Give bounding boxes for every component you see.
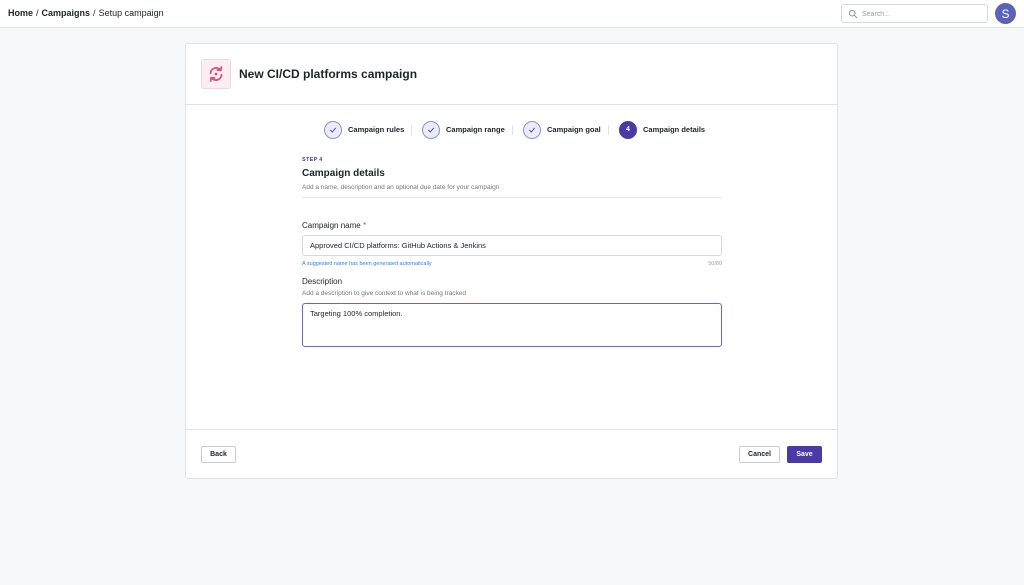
campaign-name-label: Campaign name * — [302, 221, 366, 230]
back-button[interactable]: Back — [201, 446, 236, 463]
refresh-cycle-icon — [209, 66, 223, 82]
step-label: Campaign rules — [348, 125, 405, 134]
setup-campaign-card: New CI/CD platforms campaign Campaign ru… — [185, 43, 838, 479]
save-button[interactable]: Save — [787, 446, 822, 463]
breadcrumb-separator: / — [36, 8, 39, 18]
search-input[interactable] — [862, 7, 982, 21]
search-icon — [848, 9, 858, 19]
description-textarea[interactable]: Targeting 100% completion. — [302, 303, 722, 347]
step-label: Campaign details — [643, 125, 706, 134]
step-label: Campaign range — [446, 125, 505, 134]
section-divider — [302, 197, 722, 198]
step-number-indicator: 4 — [619, 120, 637, 139]
campaign-details-form: STEP 4 Campaign details Add a name, desc… — [302, 157, 722, 347]
breadcrumb: Home / Campaigns / Setup campaign — [8, 8, 164, 18]
step-divider — [608, 125, 609, 135]
search-box — [841, 4, 988, 23]
step-complete-indicator — [523, 120, 541, 139]
card-footer: Back Cancel Save — [186, 429, 837, 479]
breadcrumb-separator: / — [93, 8, 96, 18]
step-campaign-goal[interactable]: Campaign goal — [523, 120, 601, 139]
step-divider — [512, 125, 513, 135]
step-tag: STEP 4 — [302, 157, 323, 163]
step-campaign-details[interactable]: 4 Campaign details — [619, 120, 705, 139]
check-icon — [529, 127, 535, 132]
step-campaign-range[interactable]: Campaign range — [422, 120, 505, 139]
section-title: Campaign details — [302, 168, 385, 179]
check-icon — [330, 127, 336, 132]
step-divider — [411, 125, 412, 135]
step-campaign-rules[interactable]: Campaign rules — [324, 120, 404, 139]
progress-stepper: Campaign rules Campaign range Campaign g… — [324, 120, 724, 140]
cancel-button[interactable]: Cancel — [739, 446, 780, 463]
campaign-name-input[interactable] — [302, 235, 722, 256]
suggested-name-hint: A suggested name has been generated auto… — [302, 261, 432, 267]
campaign-name-label-text: Campaign name — [302, 221, 361, 230]
section-subtitle: Add a name, description and an optional … — [302, 184, 500, 191]
step-label: Campaign goal — [547, 125, 601, 134]
breadcrumb-home-link[interactable]: Home — [8, 8, 33, 18]
top-bar: Home / Campaigns / Setup campaign S — [0, 0, 1024, 28]
breadcrumb-current: Setup campaign — [98, 8, 164, 18]
step-complete-indicator — [422, 120, 440, 139]
description-label: Description — [302, 277, 343, 286]
campaign-icon-tile — [201, 59, 231, 89]
card-header: New CI/CD platforms campaign — [186, 44, 837, 105]
description-subtitle: Add a description to give context to wha… — [302, 290, 467, 297]
required-marker: * — [362, 221, 367, 230]
page-title: New CI/CD platforms campaign — [239, 67, 418, 81]
check-icon — [428, 127, 434, 132]
breadcrumb-campaigns-link[interactable]: Campaigns — [42, 8, 91, 18]
character-counter: 50/80 — [708, 261, 722, 267]
step-complete-indicator — [324, 120, 342, 139]
user-avatar[interactable]: S — [995, 3, 1016, 24]
